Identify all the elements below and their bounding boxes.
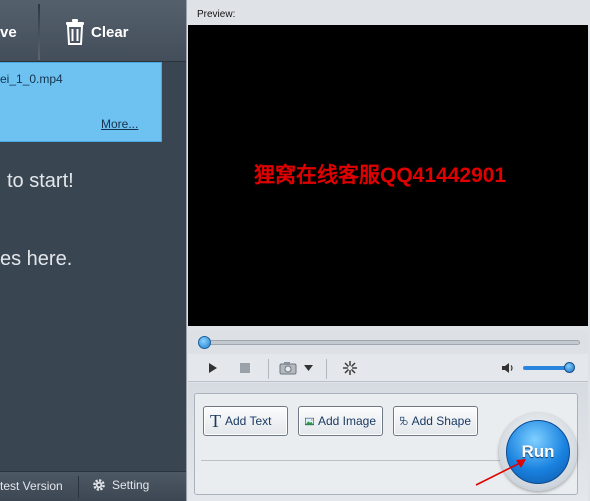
camera-icon [279, 362, 297, 375]
controls-divider [326, 359, 327, 379]
add-shape-label: Add Shape [411, 414, 471, 428]
bottom-bar: test Version Setting [0, 471, 186, 501]
stop-icon [240, 363, 250, 373]
file-list-item[interactable]: ei_1_0.mp4 More... [0, 62, 162, 142]
watermark-text: 狸窝在线客服QQ41442901 [254, 164, 507, 187]
magic-wand-icon [343, 361, 357, 375]
setting-button[interactable]: Setting [92, 478, 149, 492]
run-label: Run [521, 442, 555, 461]
add-text-label: Add Text [225, 414, 272, 428]
volume-slider[interactable] [523, 366, 569, 370]
trash-icon [66, 19, 84, 45]
controls-divider [268, 359, 269, 379]
snapshot-dropdown[interactable] [304, 361, 313, 375]
video-preview[interactable]: 狸窝在线客服QQ41442901 [188, 25, 588, 326]
drop-hint-text: es here. [0, 248, 73, 270]
edit-area: T Add Text Add Image Add Shape Run [188, 383, 588, 501]
play-button[interactable] [208, 361, 218, 375]
toolbar-divider [38, 4, 40, 60]
mute-button[interactable] [501, 361, 515, 375]
shape-icon [400, 416, 408, 426]
preview-label: Preview: [197, 9, 236, 20]
stop-button[interactable] [240, 361, 250, 375]
bottom-bar-divider [78, 476, 79, 498]
file-name: ei_1_0.mp4 [0, 72, 63, 86]
gear-icon [93, 479, 105, 491]
move-button-label[interactable]: ve [0, 24, 17, 41]
clear-button[interactable]: Clear [64, 18, 129, 46]
more-link[interactable]: More... [101, 117, 138, 131]
file-list-panel: ve Clear ei_1_0.mp4 More... to start! es… [0, 0, 186, 501]
run-button[interactable]: Run [499, 413, 577, 491]
clear-label: Clear [91, 23, 129, 41]
seek-track[interactable] [200, 340, 580, 345]
add-image-label: Add Image [317, 414, 376, 428]
preview-panel: Preview: 狸窝在线客服QQ41442901 T Add Text Add… [186, 0, 590, 501]
latest-version-link[interactable]: test Version [0, 479, 63, 493]
playback-controls [188, 354, 588, 382]
seek-bar[interactable] [188, 331, 588, 353]
add-shape-button[interactable]: Add Shape [393, 406, 478, 436]
text-t-icon: T [210, 411, 221, 431]
snapshot-button[interactable] [279, 361, 297, 375]
file-toolbar: ve Clear [0, 0, 186, 62]
add-text-button[interactable]: T Add Text [203, 406, 288, 436]
chevron-down-icon [304, 365, 313, 371]
run-button-face[interactable]: Run [506, 420, 570, 484]
setting-label: Setting [112, 478, 150, 492]
add-image-button[interactable]: Add Image [298, 406, 383, 436]
image-icon [305, 417, 314, 425]
speaker-icon [502, 363, 513, 373]
seek-handle[interactable] [198, 336, 211, 349]
play-icon [209, 363, 217, 373]
start-hint-text: to start! [7, 170, 74, 192]
effect-button[interactable] [342, 361, 358, 375]
edit-divider [201, 460, 521, 461]
volume-handle[interactable] [564, 362, 575, 373]
